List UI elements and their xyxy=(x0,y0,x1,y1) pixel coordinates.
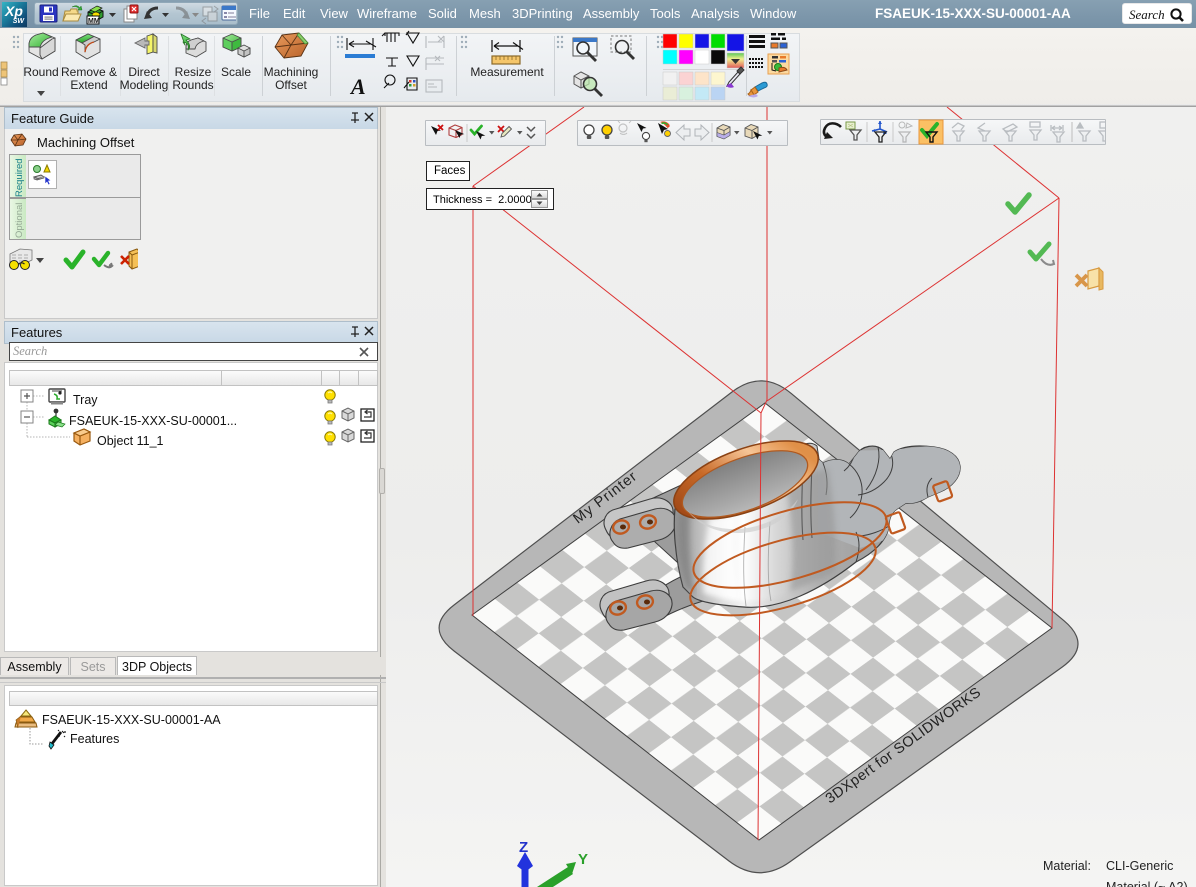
svg-text:CLI-Generic: CLI-Generic xyxy=(1106,859,1173,873)
svg-text:A: A xyxy=(349,74,366,99)
svg-text:Material (~ A2): Material (~ A2) xyxy=(1106,880,1188,887)
svg-text:Required: Required xyxy=(14,158,25,197)
svg-text:Material:: Material: xyxy=(1043,859,1091,873)
svg-text:Y: Y xyxy=(578,851,588,868)
svg-text:Z: Z xyxy=(519,839,528,856)
svg-text:Optional: Optional xyxy=(14,203,25,238)
svg-text:MM: MM xyxy=(88,18,100,25)
